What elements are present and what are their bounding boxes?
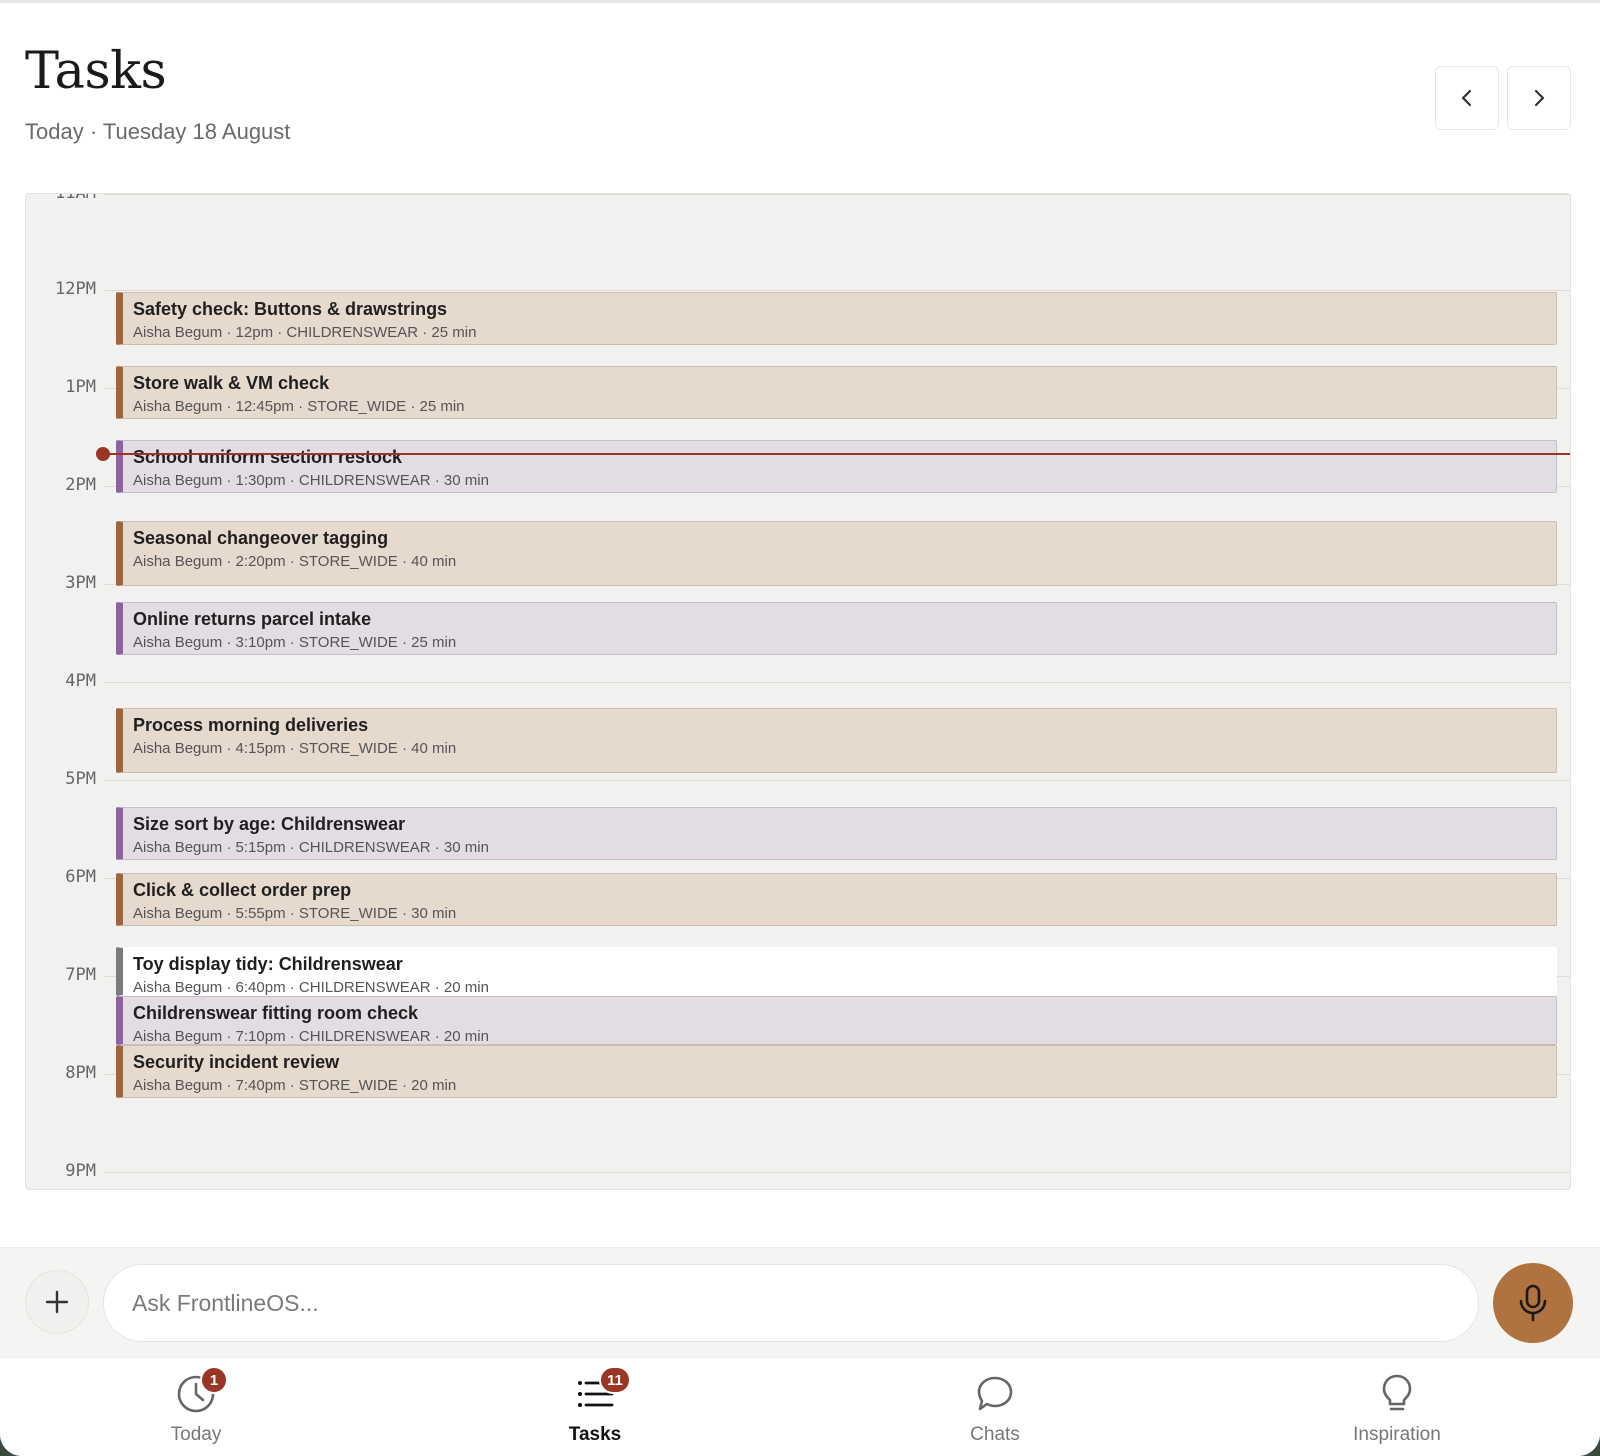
- current-time-dot: [96, 447, 110, 461]
- task-meta: Aisha Begum · 5:55pm · STORE_WIDE · 30 m…: [133, 905, 457, 922]
- task-title: Safety check: Buttons & drawstrings: [133, 299, 448, 319]
- task-title: Store walk & VM check: [133, 373, 330, 393]
- voice-input-button[interactable]: [1493, 1263, 1573, 1343]
- tab-today[interactable]: 1 Today: [116, 1358, 276, 1456]
- ask-input[interactable]: [103, 1264, 1479, 1342]
- hour-label: 2PM: [65, 475, 96, 495]
- task-card[interactable]: Size sort by age: Childrenswear Aisha Be…: [116, 807, 1557, 860]
- page-title: Tasks: [25, 42, 167, 101]
- tab-inspiration[interactable]: Inspiration: [1317, 1358, 1477, 1456]
- hour-label: 6PM: [65, 867, 96, 887]
- current-time-line: [104, 453, 1570, 455]
- notification-badge: 11: [599, 1366, 631, 1394]
- task-card[interactable]: Click & collect order prep Aisha Begum ·…: [116, 873, 1557, 926]
- bottom-tab-bar: 1 Today 11 Tasks Chats Inspiration: [0, 1357, 1600, 1456]
- day-calendar[interactable]: 11AM 12PM 1PM 2PM 3PM 4PM 5PM 6PM 7PM 8P…: [25, 193, 1571, 1190]
- hour-label: 8PM: [65, 1063, 96, 1083]
- tab-chats[interactable]: Chats: [915, 1358, 1075, 1456]
- task-meta: Aisha Begum · 2:20pm · STORE_WIDE · 40 m…: [133, 553, 457, 570]
- task-title: Click & collect order prep: [133, 880, 352, 900]
- chat-bubble-icon: [977, 1376, 1013, 1411]
- task-meta: Aisha Begum · 4:15pm · STORE_WIDE · 40 m…: [133, 740, 457, 757]
- task-title: Childrenswear fitting room check: [133, 1003, 419, 1023]
- hour-gridline: [104, 1172, 1570, 1173]
- task-card[interactable]: Toy display tidy: Childrenswear Aisha Be…: [116, 947, 1557, 996]
- add-attachment-button[interactable]: [25, 1270, 89, 1334]
- hour-label: 7PM: [65, 965, 96, 985]
- task-card[interactable]: School uniform section restock Aisha Beg…: [116, 440, 1557, 493]
- task-meta: Aisha Begum · 12:45pm · STORE_WIDE · 25 …: [133, 398, 465, 415]
- hour-label: 12PM: [55, 279, 96, 299]
- task-title: Online returns parcel intake: [133, 609, 372, 629]
- hour-label: 5PM: [65, 769, 96, 789]
- task-meta: Aisha Begum · 7:40pm · STORE_WIDE · 20 m…: [133, 1077, 457, 1094]
- lightbulb-icon: [1382, 1374, 1412, 1411]
- notification-badge: 1: [200, 1366, 228, 1394]
- tab-label: Chats: [970, 1424, 1020, 1445]
- task-card[interactable]: Childrenswear fitting room check Aisha B…: [116, 996, 1557, 1045]
- task-card[interactable]: Seasonal changeover tagging Aisha Begum …: [116, 521, 1557, 586]
- chevron-left-icon: [1461, 89, 1472, 107]
- tab-label: Tasks: [568, 1424, 622, 1445]
- top-divider: [0, 0, 1600, 3]
- task-meta: Aisha Begum · 3:10pm · STORE_WIDE · 25 m…: [133, 634, 457, 651]
- task-card[interactable]: Security incident review Aisha Begum · 7…: [116, 1045, 1557, 1098]
- task-meta: Aisha Begum · 6:40pm · CHILDRENSWEAR · 2…: [133, 979, 489, 996]
- tab-label: Today: [170, 1424, 222, 1445]
- task-card[interactable]: Online returns parcel intake Aisha Begum…: [116, 602, 1557, 655]
- task-card[interactable]: Store walk & VM check Aisha Begum · 12:4…: [116, 366, 1557, 419]
- task-title: Size sort by age: Childrenswear: [133, 814, 406, 834]
- tab-label: Inspiration: [1353, 1424, 1441, 1445]
- next-day-button[interactable]: [1507, 66, 1571, 130]
- task-meta: Aisha Begum · 7:10pm · CHILDRENSWEAR · 2…: [133, 1028, 489, 1045]
- hour-gridline: [104, 290, 1570, 291]
- task-card[interactable]: Process morning deliveries Aisha Begum ·…: [116, 708, 1557, 773]
- task-meta: Aisha Begum · 12pm · CHILDRENSWEAR · 25 …: [133, 324, 477, 341]
- task-meta: Aisha Begum · 1:30pm · CHILDRENSWEAR · 3…: [133, 472, 489, 489]
- hour-label: 1PM: [65, 377, 96, 397]
- hour-label: 3PM: [65, 573, 96, 593]
- task-title: Security incident review: [133, 1052, 340, 1072]
- hour-gridline: [104, 194, 1570, 195]
- hour-label: 4PM: [65, 671, 96, 691]
- hour-gridline: [104, 780, 1570, 781]
- app-window: Tasks Today · Tuesday 18 August 11AM 12P…: [0, 0, 1600, 1456]
- previous-day-button[interactable]: [1435, 66, 1499, 130]
- tab-tasks[interactable]: 11 Tasks: [515, 1358, 675, 1456]
- task-title: Toy display tidy: Childrenswear: [133, 954, 403, 974]
- hour-gridline: [104, 682, 1570, 683]
- chevron-right-icon: [1534, 89, 1545, 107]
- hour-label: 9PM: [65, 1161, 96, 1181]
- task-title: Seasonal changeover tagging: [133, 528, 389, 548]
- page-subtitle: Today · Tuesday 18 August: [25, 119, 291, 144]
- task-title: Process morning deliveries: [133, 715, 369, 735]
- task-card[interactable]: Safety check: Buttons & drawstrings Aish…: [116, 292, 1557, 345]
- task-title: School uniform section restock: [133, 447, 403, 467]
- task-meta: Aisha Begum · 5:15pm · CHILDRENSWEAR · 3…: [133, 839, 489, 856]
- microphone-icon: [1519, 1284, 1547, 1322]
- plus-icon: [45, 1290, 69, 1314]
- hour-label: 11AM: [55, 193, 96, 203]
